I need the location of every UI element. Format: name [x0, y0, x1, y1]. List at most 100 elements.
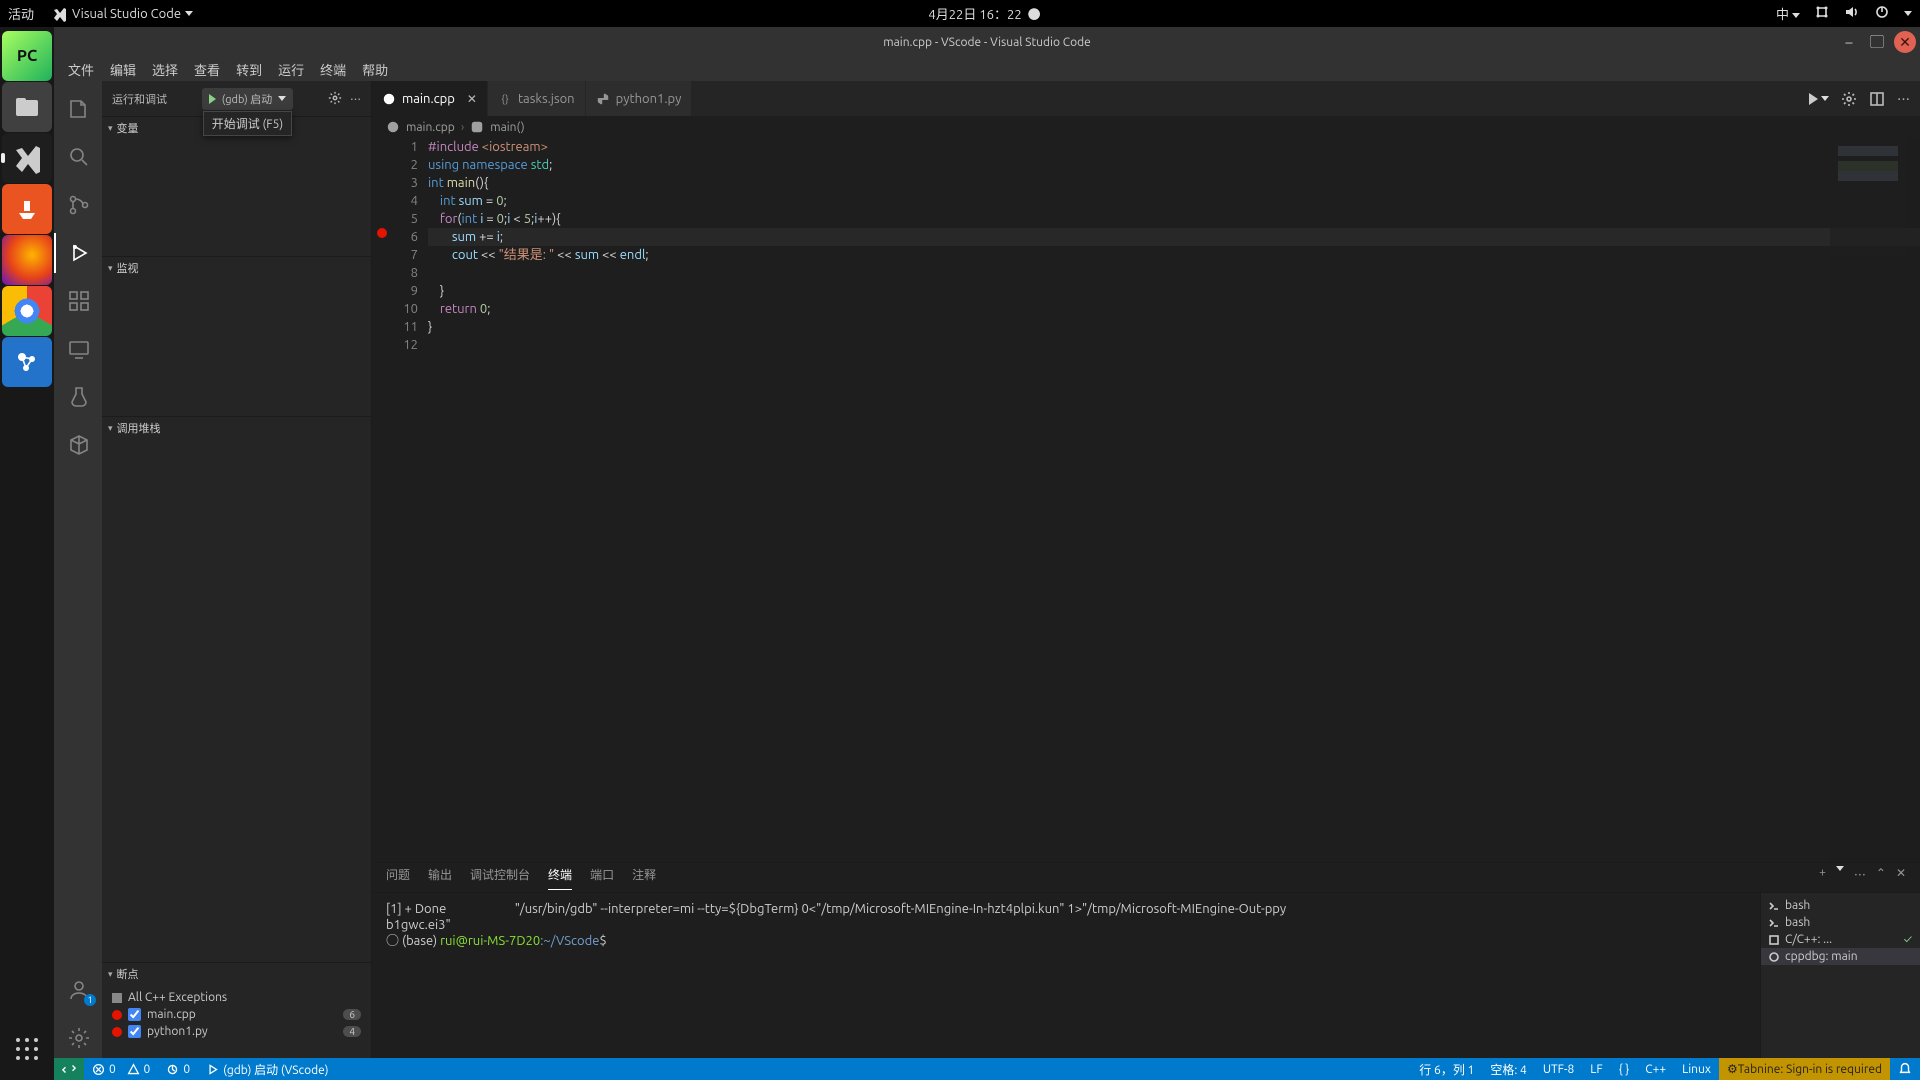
activity-scm[interactable] — [54, 185, 102, 225]
section-watch[interactable]: 监视 — [102, 257, 371, 279]
minimize-button[interactable]: – — [1838, 31, 1860, 53]
menu-file[interactable]: 文件 — [60, 58, 102, 81]
activity-account[interactable]: 1 — [54, 970, 102, 1010]
menu-select[interactable]: 选择 — [144, 58, 186, 81]
status-bar: 0 0 0 (gdb) 启动 (VScode) 行 6，列 1 空格: 4 UT… — [54, 1058, 1920, 1080]
menu-run[interactable]: 运行 — [270, 58, 312, 81]
panel-tab-terminal[interactable]: 终端 — [548, 866, 572, 890]
menu-help[interactable]: 帮助 — [354, 58, 396, 81]
status-eol[interactable]: LF — [1582, 1063, 1610, 1076]
activity-bar: 1 — [54, 81, 102, 1058]
code-text[interactable]: #include <iostream> using namespace std;… — [428, 138, 1920, 862]
activity-explorer[interactable] — [54, 89, 102, 129]
launcher-chrome[interactable] — [2, 286, 52, 336]
close-button[interactable]: ✕ — [1894, 31, 1916, 53]
status-ports[interactable]: 0 — [158, 1063, 198, 1076]
panel-tab-ports[interactable]: 端口 — [590, 866, 614, 889]
status-lang[interactable]: C++ — [1637, 1063, 1674, 1076]
editor-region: C main.cpp ✕ {} tasks.json python1.py ⋯ — [372, 81, 1920, 1058]
breadcrumb[interactable]: main.cpp › main() — [372, 116, 1920, 138]
launcher-apps-grid[interactable] — [2, 1024, 52, 1074]
activity-extensions[interactable] — [54, 281, 102, 321]
terminal-icon — [1769, 918, 1779, 928]
activity-settings[interactable] — [54, 1018, 102, 1058]
title-bar: main.cpp - VScode - Visual Studio Code –… — [54, 27, 1920, 57]
section-breakpoints[interactable]: 断点 — [102, 963, 371, 985]
close-tab-icon[interactable]: ✕ — [467, 92, 477, 106]
tab-python1-py[interactable]: python1.py — [586, 81, 693, 116]
panel-tab-comments[interactable]: 注释 — [632, 866, 656, 889]
launcher-app[interactable] — [2, 337, 52, 387]
launcher-files[interactable] — [2, 82, 52, 132]
breakpoint-dot-icon[interactable] — [377, 228, 387, 238]
breakpoint-item[interactable]: python1.py 4 — [112, 1023, 361, 1040]
gear-icon[interactable] — [328, 91, 342, 105]
terminal-item[interactable]: bash — [1761, 897, 1920, 914]
svg-text:C: C — [387, 95, 392, 103]
chevron-down-icon[interactable] — [1836, 866, 1844, 877]
clock[interactable]: 4月22日 16：22 ● — [193, 4, 1776, 23]
ime-indicator[interactable]: 中 — [1776, 4, 1800, 23]
activity-test[interactable] — [54, 377, 102, 417]
network-icon[interactable] — [1814, 4, 1830, 23]
activity-search[interactable] — [54, 137, 102, 177]
bottom-panel: 问题 输出 调试控制台 终端 端口 注释 + ⋯ ⌃ ✕ — [372, 862, 1920, 1058]
launcher-pycharm[interactable]: PC — [2, 31, 52, 81]
power-icon[interactable] — [1874, 4, 1890, 23]
minimap[interactable] — [1830, 138, 1920, 862]
window-title: main.cpp - VScode - Visual Studio Code — [883, 36, 1090, 49]
debug-config-dropdown[interactable]: (gdb) 启动 开始调试 (F5) — [202, 88, 293, 110]
section-callstack[interactable]: 调用堆栈 — [102, 417, 371, 439]
terminal-item[interactable]: C/C++: ...✓ — [1761, 931, 1920, 948]
new-terminal-icon[interactable]: + — [1819, 866, 1826, 889]
launcher-vscode[interactable] — [2, 133, 52, 183]
activity-debug[interactable] — [54, 233, 102, 273]
activity-remote[interactable] — [54, 329, 102, 369]
maximize-button[interactable]: ▢ — [1866, 31, 1888, 53]
panel-tab-output[interactable]: 输出 — [428, 866, 452, 889]
status-os[interactable]: Linux — [1674, 1063, 1719, 1076]
panel-tab-debug[interactable]: 调试控制台 — [470, 866, 530, 889]
panel-tab-problems[interactable]: 问题 — [386, 866, 410, 889]
menu-view[interactable]: 查看 — [186, 58, 228, 81]
remote-button[interactable] — [54, 1058, 84, 1080]
volume-icon[interactable] — [1844, 4, 1860, 23]
status-brace[interactable]: { } — [1611, 1063, 1638, 1076]
more-icon[interactable]: ⋯ — [1897, 89, 1910, 108]
activities-button[interactable]: 活动 — [8, 4, 34, 23]
launcher-software[interactable] — [2, 184, 52, 234]
status-cursor[interactable]: 行 6，列 1 — [1411, 1061, 1482, 1078]
more-icon[interactable]: ⋯ — [1854, 866, 1866, 889]
terminal-item[interactable]: bash — [1761, 914, 1920, 931]
tab-tasks-json[interactable]: {} tasks.json — [488, 81, 586, 116]
code-editor[interactable]: 123456789101112 #include <iostream> usin… — [372, 138, 1920, 862]
status-tabnine[interactable]: ⚙ Tabnine: Sign-in is required — [1719, 1058, 1890, 1080]
menu-goto[interactable]: 转到 — [228, 58, 270, 81]
more-icon[interactable]: ⋯ — [350, 91, 361, 107]
status-indent[interactable]: 空格: 4 — [1482, 1061, 1534, 1078]
editor-tabs: C main.cpp ✕ {} tasks.json python1.py ⋯ — [372, 81, 1920, 116]
app-menu[interactable]: Visual Studio Code — [52, 6, 193, 22]
json-file-icon: {} — [498, 92, 512, 106]
activity-containers[interactable] — [54, 425, 102, 465]
breakpoint-checkbox[interactable] — [128, 1025, 141, 1038]
terminal[interactable]: [1] + Done "/usr/bin/gdb" --interpreter=… — [372, 893, 1760, 1058]
breakpoint-exceptions[interactable]: All C++ Exceptions — [112, 989, 361, 1006]
status-encoding[interactable]: UTF-8 — [1535, 1063, 1582, 1076]
gear-icon[interactable] — [1841, 91, 1857, 107]
launcher-firefox[interactable] — [2, 235, 52, 285]
maximize-panel-icon[interactable]: ⌃ — [1876, 866, 1886, 889]
run-button[interactable] — [1809, 93, 1829, 105]
breakpoint-item[interactable]: main.cpp 6 — [112, 1006, 361, 1023]
terminal-item-debug[interactable]: cppdbg: main — [1761, 948, 1920, 965]
split-icon[interactable] — [1869, 91, 1885, 107]
status-errors[interactable]: 0 0 — [84, 1063, 158, 1076]
close-panel-icon[interactable]: ✕ — [1896, 866, 1906, 889]
tab-main-cpp[interactable]: C main.cpp ✕ — [372, 81, 488, 116]
menu-terminal[interactable]: 终端 — [312, 58, 354, 81]
status-notifications[interactable] — [1890, 1061, 1920, 1078]
status-debug-config[interactable]: (gdb) 启动 (VScode) — [198, 1061, 336, 1078]
task-icon — [1769, 935, 1779, 945]
breakpoint-checkbox[interactable] — [128, 1008, 141, 1021]
menu-edit[interactable]: 编辑 — [102, 58, 144, 81]
